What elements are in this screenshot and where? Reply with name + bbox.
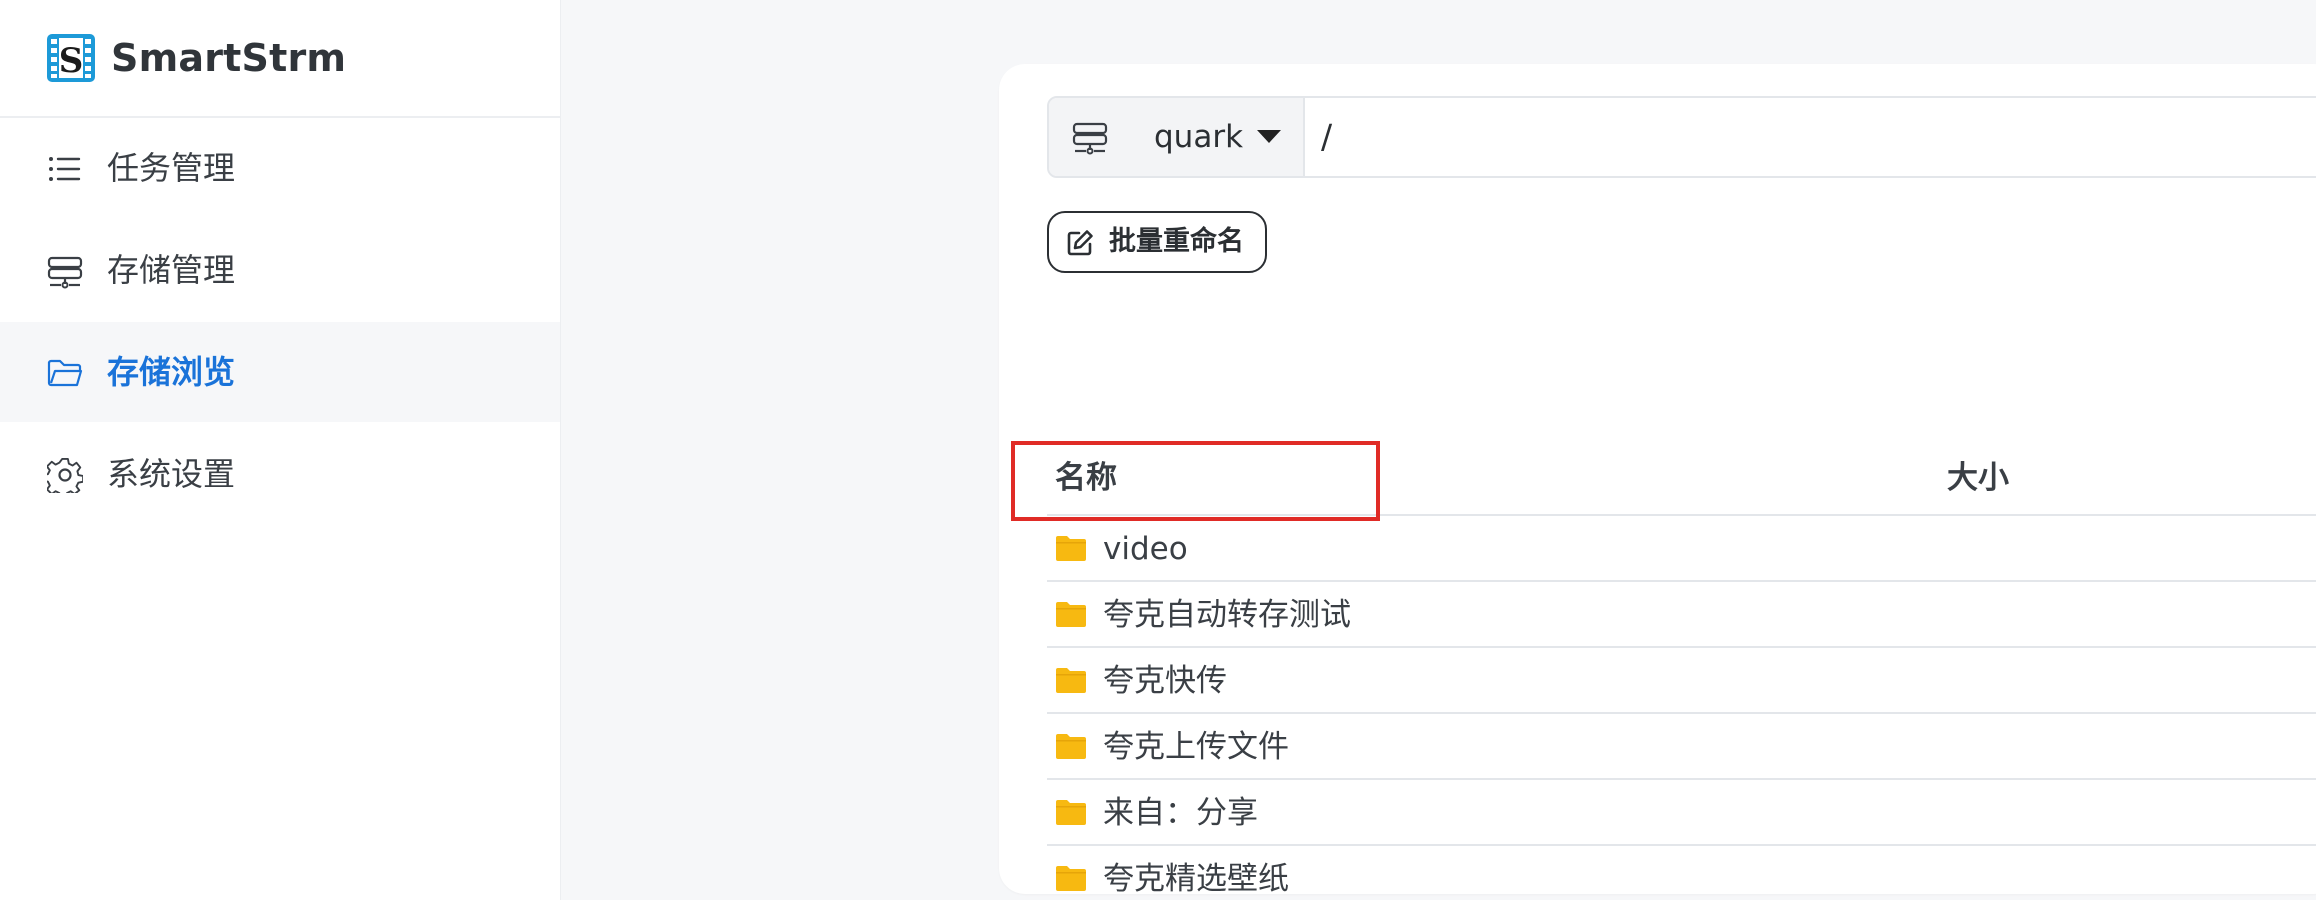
table-row[interactable]: 来自：分享: [1047, 780, 2316, 846]
edit-icon: [1067, 230, 1093, 256]
batch-rename-button[interactable]: 批量重命名: [1047, 211, 1267, 273]
file-name: 夸克上传文件: [1103, 729, 1289, 765]
sidebar-item-label: 任务管理: [107, 149, 236, 187]
storage-icon: [47, 256, 83, 289]
storage-button[interactable]: [1049, 98, 1133, 176]
svg-text:S: S: [59, 41, 84, 81]
app-window: S SmartStrm 任务管理 存储管理 存储浏览 系统设置 quark / …: [0, 0, 2316, 900]
main-panel: quark / 批量重命名 名称 大小 video 夸克自动转存测试 夸克快传 …: [999, 64, 2316, 897]
sidebar-item-label: 存储管理: [107, 251, 236, 289]
table-row[interactable]: 夸克精选壁纸: [1047, 846, 2316, 900]
file-name: 夸克精选壁纸: [1103, 861, 1289, 897]
sidebar-item-storage-management[interactable]: 存储管理: [0, 220, 560, 320]
storage-select-value: quark: [1154, 119, 1244, 155]
sidebar-item-label: 存储浏览: [107, 353, 236, 391]
column-header-name[interactable]: 名称: [1055, 454, 1117, 502]
table-row[interactable]: video: [1047, 516, 2316, 582]
path-display[interactable]: /: [1321, 113, 1332, 161]
file-name: 夸克快传: [1103, 663, 1227, 699]
batch-rename-label: 批量重命名: [1109, 226, 1244, 257]
folder-open-icon: [47, 359, 83, 387]
smartstrm-logo-icon: S: [47, 34, 95, 82]
table-row[interactable]: 夸克自动转存测试: [1047, 582, 2316, 648]
folder-icon: [1056, 668, 1086, 693]
file-name: 夸克自动转存测试: [1103, 597, 1351, 633]
brand-header: S SmartStrm: [0, 0, 560, 118]
sidebar-item-system-settings[interactable]: 系统设置: [0, 424, 560, 524]
folder-icon: [1056, 800, 1086, 825]
sidebar-item-storage-browse[interactable]: 存储浏览: [0, 322, 560, 422]
sidebar: S SmartStrm 任务管理 存储管理 存储浏览 系统设置: [0, 0, 561, 900]
file-name: video: [1103, 531, 1188, 567]
column-header-size[interactable]: 大小: [1947, 454, 2009, 502]
folder-icon: [1056, 536, 1086, 561]
folder-icon: [1056, 866, 1086, 891]
gear-icon: [47, 457, 83, 493]
brand-name: SmartStrm: [111, 36, 347, 80]
list-icon: [49, 157, 81, 181]
storage-icon: [1072, 122, 1108, 155]
sidebar-item-task-management[interactable]: 任务管理: [0, 118, 560, 218]
folder-icon: [1056, 734, 1086, 759]
table-row[interactable]: 夸克上传文件: [1047, 714, 2316, 780]
caret-down-icon: [1257, 130, 1281, 143]
file-name: 来自：分享: [1103, 795, 1258, 831]
storage-select[interactable]: quark: [1131, 98, 1305, 176]
table-row[interactable]: 夸克快传: [1047, 648, 2316, 714]
path-bar: quark /: [1047, 96, 2316, 178]
sidebar-item-label: 系统设置: [107, 455, 236, 493]
folder-icon: [1056, 602, 1086, 627]
